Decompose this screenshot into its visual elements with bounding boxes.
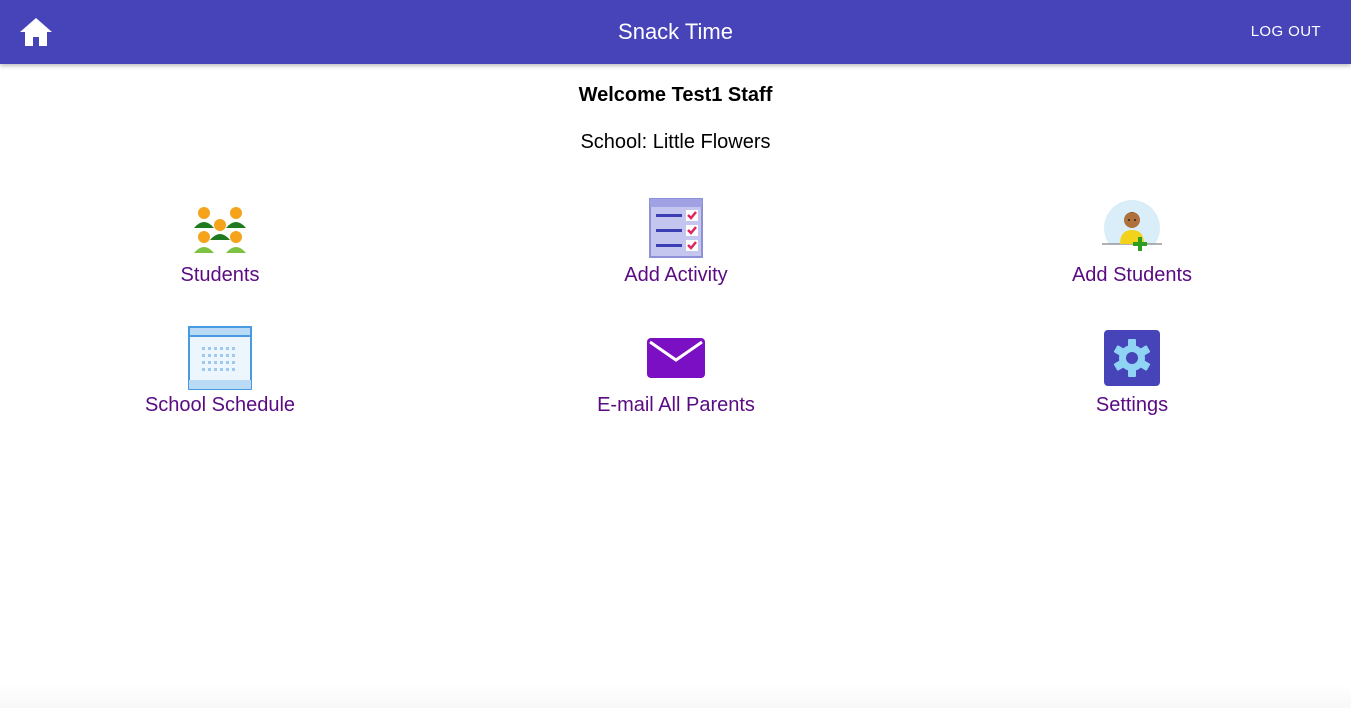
- students-tile[interactable]: Students: [70, 196, 370, 308]
- students-label: Students: [180, 264, 260, 286]
- add-students-label: Add Students: [1071, 264, 1193, 286]
- home-button[interactable]: [12, 8, 60, 56]
- add-students-tile[interactable]: Add Students: [982, 196, 1282, 308]
- envelope-icon: [644, 326, 708, 390]
- email-all-parents-tile[interactable]: E-mail All Parents: [526, 326, 826, 438]
- app-bar: Snack Time LOG OUT: [0, 0, 1351, 64]
- add-activity-label: Add Activity: [624, 264, 728, 286]
- students-group-icon: [188, 196, 252, 260]
- calendar-icon: [188, 326, 252, 390]
- settings-tile[interactable]: Settings: [982, 326, 1282, 438]
- email-all-parents-label: E-mail All Parents: [597, 394, 755, 416]
- school-name: School: Little Flowers: [580, 131, 771, 153]
- logout-button[interactable]: LOG OUT: [1239, 14, 1333, 50]
- add-activity-tile[interactable]: Add Activity: [526, 196, 826, 308]
- settings-label: Settings: [1095, 394, 1169, 416]
- app-title: Snack Time: [618, 19, 733, 44]
- school-schedule-tile[interactable]: School Schedule: [70, 326, 370, 438]
- welcome-message: Welcome Test1 Staff: [578, 84, 773, 106]
- home-icon: [20, 18, 52, 46]
- footer-shade: [0, 684, 1351, 708]
- add-student-icon: [1100, 196, 1164, 260]
- gear-icon: [1100, 326, 1164, 390]
- checklist-icon: [644, 196, 708, 260]
- school-schedule-label: School Schedule: [144, 394, 296, 416]
